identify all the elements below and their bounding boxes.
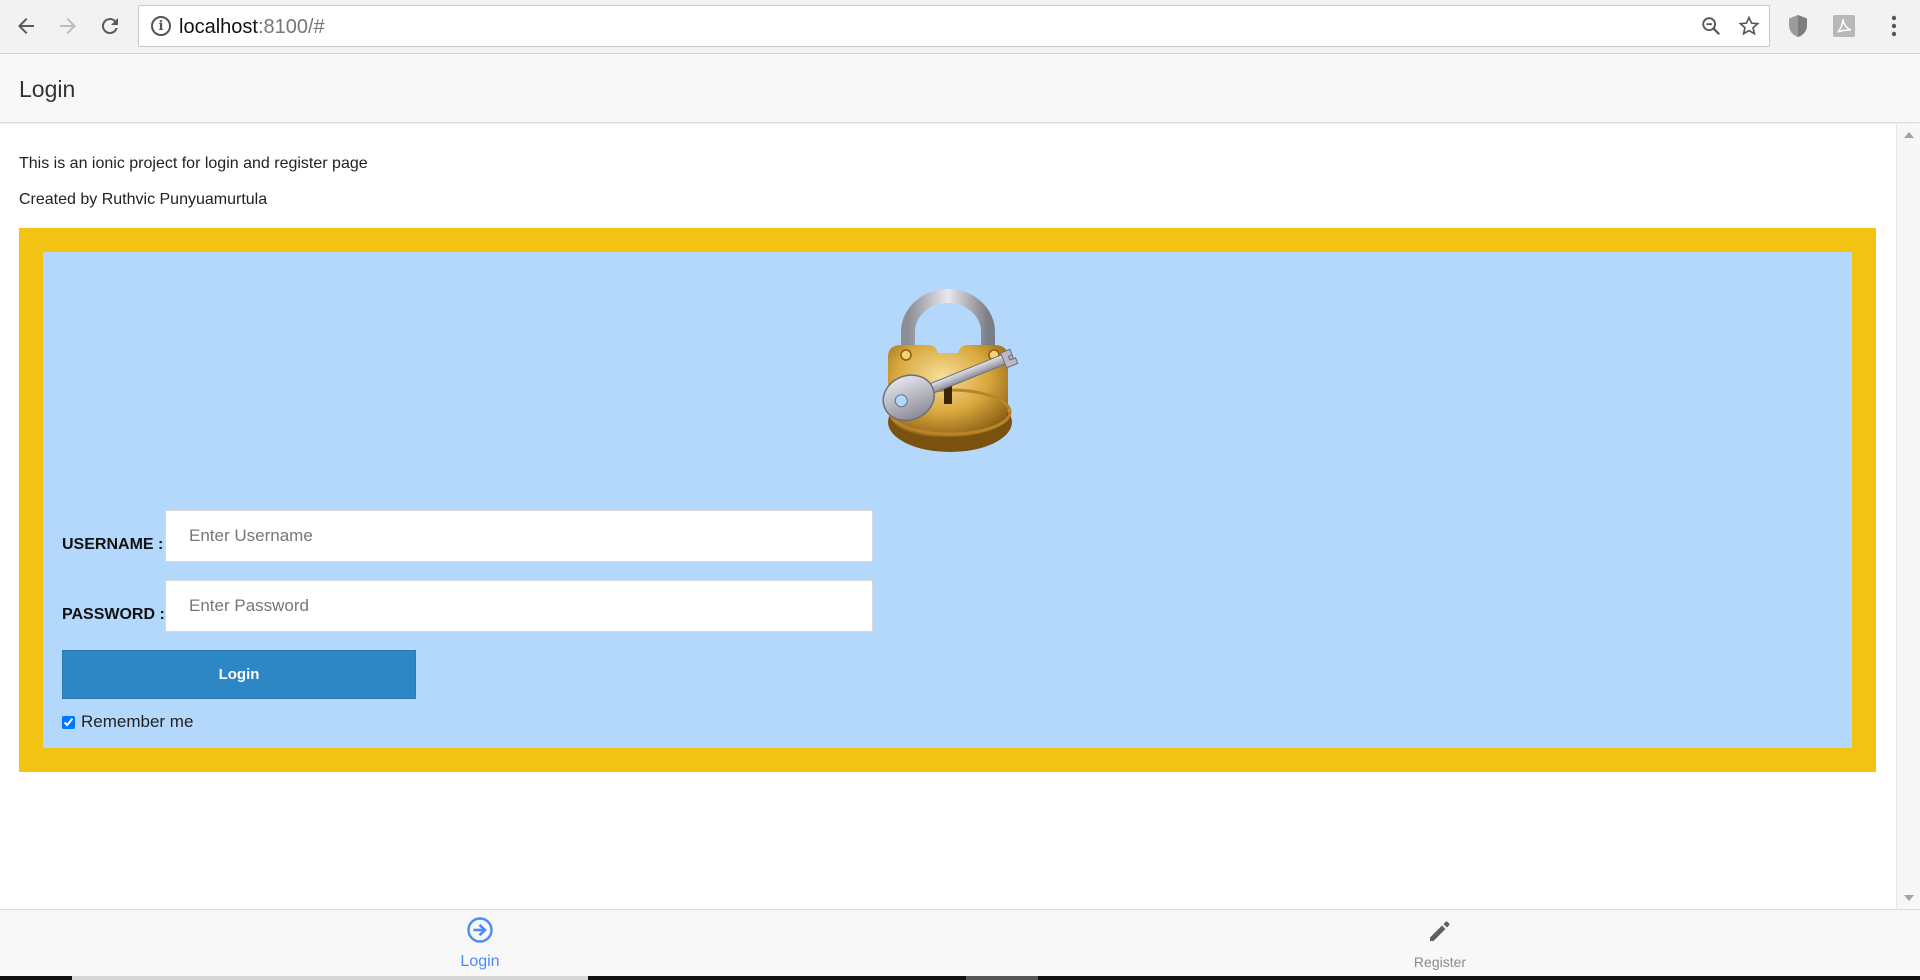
info-icon[interactable]: i (151, 16, 171, 36)
app-header: Login (0, 54, 1920, 123)
login-panel: USERNAME : PASSWORD : Login Remember me (43, 252, 1852, 748)
url-text[interactable]: localhost:8100/# (179, 16, 325, 39)
sign-in-icon (466, 916, 494, 949)
login-button[interactable]: Login (62, 650, 416, 699)
tab-login[interactable]: Login (400, 910, 560, 977)
shield-extension-icon[interactable] (1786, 13, 1810, 39)
taskbar-segment (966, 976, 1038, 980)
tab-bar: Login Register (0, 909, 1920, 976)
page-title: Login (19, 76, 76, 102)
padlock-key-icon (858, 287, 1038, 457)
taskbar-strip (0, 976, 1920, 980)
login-frame: USERNAME : PASSWORD : Login Remember me (19, 228, 1876, 772)
browser-toolbar: i localhost:8100/# (0, 0, 1920, 54)
pencil-icon (1426, 917, 1454, 950)
remember-me[interactable]: Remember me (62, 712, 193, 732)
taskbar-segment (72, 976, 588, 980)
vertical-scrollbar[interactable] (1896, 124, 1920, 909)
tab-register[interactable]: Register (1360, 910, 1520, 977)
password-label: PASSWORD : (62, 606, 165, 623)
reload-icon[interactable] (96, 12, 124, 40)
username-field[interactable] (165, 510, 873, 562)
intro-text: This is an ionic project for login and r… (19, 155, 368, 172)
scroll-down-icon[interactable] (1904, 895, 1914, 901)
tab-login-label: Login (460, 953, 500, 970)
url-path: :8100/# (257, 16, 325, 38)
tab-register-label: Register (1413, 954, 1467, 970)
password-field[interactable] (165, 580, 873, 632)
scroll-up-icon[interactable] (1904, 132, 1914, 138)
remember-me-checkbox[interactable] (62, 715, 75, 729)
url-host: localhost (179, 16, 258, 38)
author-text: Created by Ruthvic Punyuamurtula (19, 191, 268, 208)
remember-me-label: Remember me (81, 712, 194, 731)
page-content: This is an ionic project for login and r… (0, 124, 1896, 909)
zoom-out-icon[interactable] (1699, 14, 1723, 38)
username-label: USERNAME : (62, 536, 164, 553)
bookmark-star-icon[interactable] (1737, 14, 1761, 38)
address-bar[interactable]: i localhost:8100/# (138, 5, 1770, 47)
pdf-extension-icon[interactable] (1832, 13, 1856, 39)
forward-arrow-icon[interactable] (54, 12, 82, 40)
back-arrow-icon[interactable] (12, 12, 40, 40)
kebab-menu-icon[interactable] (1882, 13, 1906, 39)
